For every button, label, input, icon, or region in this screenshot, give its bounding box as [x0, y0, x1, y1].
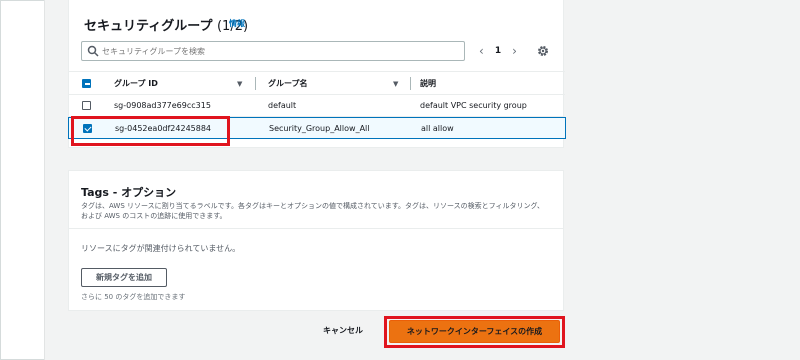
security-group-name: Security_Group_Allow_All: [269, 123, 370, 133]
pagination: ‹ 1 ›: [479, 43, 517, 59]
select-all-cell: [82, 72, 91, 94]
search-input[interactable]: [102, 43, 452, 59]
search-icon: [87, 45, 99, 57]
column-header-group-id[interactable]: グループ ID: [114, 72, 158, 94]
tags-title: Tags - オプション: [81, 186, 177, 199]
divider: [69, 228, 563, 229]
column-header-group-name[interactable]: グループ名: [268, 72, 308, 94]
page-number[interactable]: 1: [495, 46, 501, 56]
chevron-left-icon[interactable]: ‹: [479, 44, 484, 58]
security-groups-title: セキュリティグループ (1/2): [84, 15, 248, 34]
security-group-id: sg-0908ad377e69cc315: [114, 101, 211, 110]
security-groups-title-text: セキュリティグループ: [84, 19, 213, 34]
chevron-right-icon[interactable]: ›: [512, 44, 517, 58]
security-group-description: all allow: [421, 123, 454, 133]
tags-description: タグは、AWS リソースに割り当てるラベルです。各タグはキーとオプションの値で構…: [81, 202, 545, 220]
column-divider[interactable]: [255, 77, 256, 90]
security-group-description: default VPC security group: [420, 101, 527, 110]
column-header-description: 説明: [420, 78, 436, 88]
sort-down-icon[interactable]: ▼: [393, 80, 398, 88]
row-checkbox-cell: [82, 95, 91, 116]
security-group-name: default: [268, 101, 297, 110]
cancel-button[interactable]: キャンセル: [323, 325, 363, 336]
column-divider[interactable]: [410, 77, 411, 90]
highlight-box-selected-group: [71, 116, 230, 146]
sort-down-icon[interactable]: ▼: [237, 80, 242, 88]
tags-limit-text: さらに 50 のタグを追加できます: [81, 293, 186, 301]
table-row[interactable]: sg-0908ad377e69cc315 default default VPC…: [69, 95, 565, 117]
row-checkbox[interactable]: [82, 101, 91, 110]
add-new-tag-button[interactable]: 新規タグを追加: [81, 268, 167, 287]
security-group-search[interactable]: [81, 41, 465, 61]
select-all-checkbox[interactable]: [82, 78, 91, 88]
table-header-row: グループ ID ▼ グループ名 ▼ 説明: [69, 71, 565, 95]
gear-icon[interactable]: [537, 45, 549, 57]
tags-panel: Tags - オプション タグは、AWS リソースに割り当てるラベルです。各タグ…: [68, 170, 564, 311]
info-link[interactable]: 情報: [229, 18, 245, 29]
highlight-box-create-button: [384, 316, 565, 348]
tags-empty-message: リソースにタグが関連付けられていません。: [81, 244, 241, 253]
